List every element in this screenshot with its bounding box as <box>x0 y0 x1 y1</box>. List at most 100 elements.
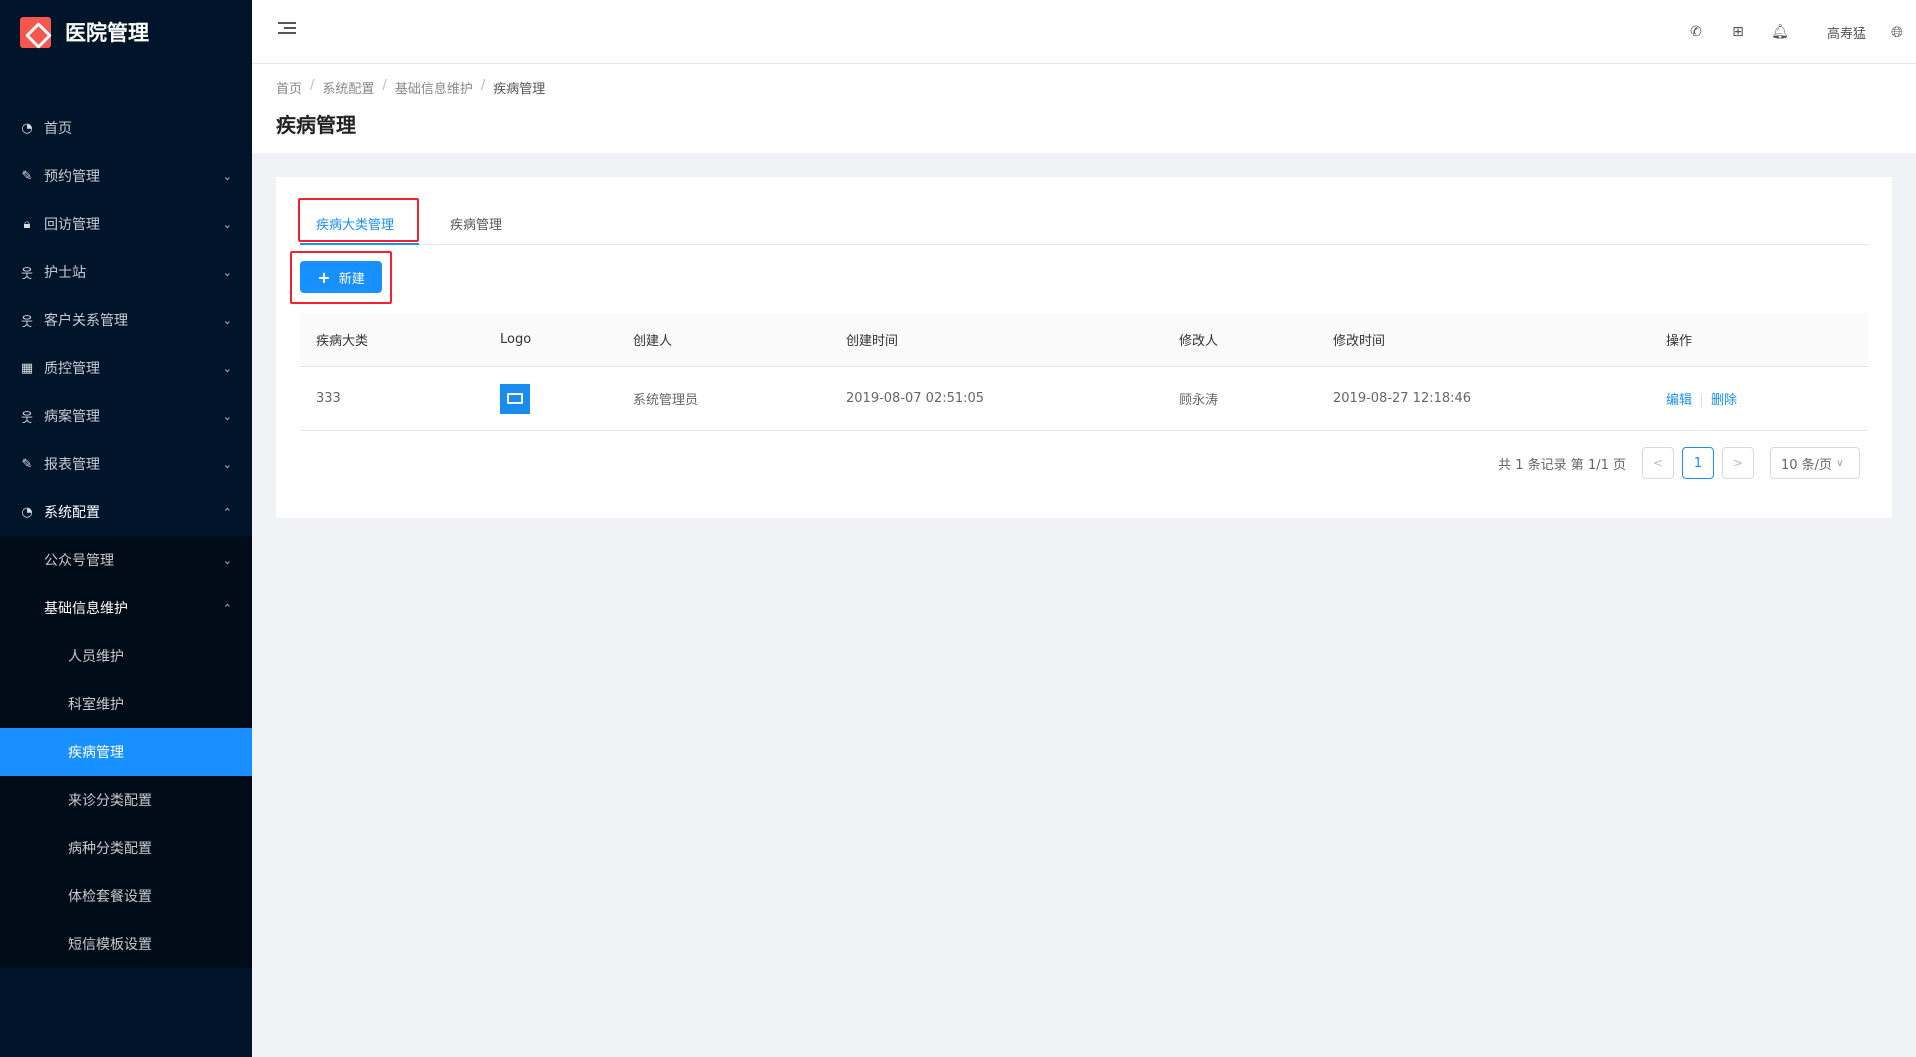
breadcrumb-item[interactable]: 首页 <box>276 78 302 97</box>
bell-icon[interactable]: 🔔︎ <box>1759 24 1801 40</box>
sidebar-item-quality[interactable]: ▦ 质控管理 ⌄ <box>0 344 252 392</box>
sidebar-item-label: 科室维护 <box>68 697 124 713</box>
sidebar-item-label: 人员维护 <box>68 649 124 665</box>
sidebar-item-official-account[interactable]: 公众号管理 ⌄ <box>0 536 252 584</box>
cell-modified-time: 2019-08-27 12:18:46 <box>1333 391 1472 406</box>
sidebar-item-disease[interactable]: 疾病管理 <box>0 728 252 776</box>
top-header: ✆ ⊞ 🔔︎ 高寿猛 🌐︎ <box>252 0 1916 64</box>
sidebar-item-visit-category[interactable]: 来诊分类配置 <box>0 776 252 824</box>
table-icon: ▦ <box>20 360 34 376</box>
sidebar-item-home[interactable]: ◔ 首页 <box>0 104 252 152</box>
sidebar-item-label: 首页 <box>44 121 72 137</box>
cell-logo <box>484 383 617 414</box>
sidebar-item-system-config[interactable]: ◔ 系统配置 ⌃ <box>0 488 252 536</box>
sidebar-item-label: 护士站 <box>44 265 86 281</box>
sidebar-item-basic-info[interactable]: 基础信息维护 ⌃ <box>0 584 252 632</box>
phone-icon[interactable]: ✆ <box>1675 24 1717 40</box>
sidebar-item-label: 系统配置 <box>44 505 100 521</box>
edit-icon: ✎ <box>21 456 33 472</box>
pagination: 共 1 条记录 第 1/1 页 < 1 > 10 条/页 ∨ <box>1498 447 1860 479</box>
disease-category-table: 疾病大类 Logo 创建人 创建时间 修改人 修改时间 操作 333 系统管理员… <box>300 313 1868 431</box>
page-header: 首页 / 系统配置 / 基础信息维护 / 疾病管理 疾病管理 <box>252 64 1916 153</box>
page-button-current[interactable]: 1 <box>1682 447 1714 479</box>
chevron-down-icon: ⌄ <box>222 217 232 231</box>
sidebar-item-nurse-station[interactable]: 웃 护士站 ⌄ <box>0 248 252 296</box>
monitor-icon <box>500 383 530 414</box>
user-icon: 웃 <box>21 266 33 282</box>
sidebar-item-label: 疾病管理 <box>68 745 124 761</box>
sidebar-menu: ◔ 首页 ✎ 预约管理 ⌄ 🔒︎ 回访管理 ⌄ 웃 护士站 ⌄ 웃 客户关系管理… <box>0 104 252 968</box>
sidebar-item-departments[interactable]: 科室维护 <box>0 680 252 728</box>
logo[interactable]: 医院管理 <box>0 0 252 64</box>
sidebar-item-label: 质控管理 <box>44 361 100 377</box>
sidebar-item-label: 病案管理 <box>44 409 100 425</box>
sidebar-item-medical-records[interactable]: 웃 病案管理 ⌄ <box>0 392 252 440</box>
sidebar-item-label: 来诊分类配置 <box>68 793 152 809</box>
breadcrumb-item[interactable]: 基础信息维护 <box>395 78 473 97</box>
header-actions: ✆ ⊞ 🔔︎ 高寿猛 🌐︎ <box>1675 0 1916 64</box>
sidebar-item-label: 体检套餐设置 <box>68 889 152 905</box>
highlight-box-tab <box>298 198 419 242</box>
column-header: 创建人 <box>633 334 673 349</box>
edit-icon: ✎ <box>21 168 33 184</box>
sidebar-item-appointment[interactable]: ✎ 预约管理 ⌄ <box>0 152 252 200</box>
page-size-select[interactable]: 10 条/页 ∨ <box>1770 447 1860 479</box>
breadcrumb-current: 疾病管理 <box>493 82 546 97</box>
sidebar-item-label: 短信模板设置 <box>68 937 152 953</box>
user-name[interactable]: 高寿猛 <box>1827 23 1866 42</box>
sidebar-item-crm[interactable]: 웃 客户关系管理 ⌄ <box>0 296 252 344</box>
chevron-down-icon: ⌄ <box>222 265 232 279</box>
chevron-down-icon: ⌄ <box>222 457 232 471</box>
hospital-logo-icon <box>20 16 51 48</box>
user-icon: 웃 <box>21 314 33 330</box>
cell-modifier: 顾永涛 <box>1179 393 1219 408</box>
column-header: 操作 <box>1666 334 1693 349</box>
breadcrumb-separator: / <box>480 78 486 93</box>
sidebar-item-label: 预约管理 <box>44 169 100 185</box>
pagination-summary: 共 1 条记录 第 1/1 页 <box>1498 457 1626 473</box>
cell-creator: 系统管理员 <box>633 393 699 408</box>
globe-icon[interactable]: 🌐︎ <box>1878 23 1916 41</box>
column-header: 疾病大类 <box>316 334 369 349</box>
user-icon: 웃 <box>21 410 33 426</box>
sidebar-item-staff[interactable]: 人员维护 <box>0 632 252 680</box>
cell-actions: 编辑 删除 <box>1650 389 1868 408</box>
next-page-button[interactable]: > <box>1722 447 1754 479</box>
breadcrumb: 首页 / 系统配置 / 基础信息维护 / 疾病管理 <box>276 78 1892 97</box>
chevron-down-icon: ⌄ <box>222 409 232 423</box>
sidebar-item-reports[interactable]: ✎ 报表管理 ⌄ <box>0 440 252 488</box>
edit-link[interactable]: 编辑 <box>1666 393 1692 408</box>
sidebar-item-label: 基础信息维护 <box>44 601 128 617</box>
tab-active-indicator <box>300 243 419 245</box>
app-title: 医院管理 <box>65 21 149 45</box>
lock-icon: 🔒︎ <box>23 216 31 232</box>
breadcrumb-separator: / <box>310 78 315 93</box>
sidebar-item-sms-template[interactable]: 短信模板设置 <box>0 920 252 968</box>
column-header: Logo <box>500 332 532 347</box>
sidebar-item-disease-category[interactable]: 病种分类配置 <box>0 824 252 872</box>
sidebar-item-label: 客户关系管理 <box>44 313 128 329</box>
sidebar-item-label: 回访管理 <box>44 217 100 233</box>
page-size-value: 10 条/页 <box>1781 457 1833 473</box>
tab-bar: 疾病大类管理 疾病管理 <box>300 209 1868 245</box>
highlight-box-new-button <box>290 251 392 304</box>
submenu-basic-info: 人员维护 科室维护 疾病管理 来诊分类配置 病种分类配置 体检套餐设置 短信模板… <box>0 632 252 968</box>
sidebar-item-followup[interactable]: 🔒︎ 回访管理 ⌄ <box>0 200 252 248</box>
column-header: 修改人 <box>1179 334 1219 349</box>
tab-disease[interactable]: 疾病管理 <box>434 209 518 245</box>
column-header: 创建时间 <box>846 334 899 349</box>
action-divider <box>1701 394 1703 407</box>
delete-link[interactable]: 删除 <box>1711 393 1737 408</box>
chevron-down-icon: ⌄ <box>222 553 232 567</box>
column-header: 修改时间 <box>1333 334 1386 349</box>
chevron-up-icon: ⌃ <box>222 601 232 615</box>
chevron-down-icon: ⌄ <box>222 169 232 183</box>
sidebar-item-checkup-package[interactable]: 体检套餐设置 <box>0 872 252 920</box>
menu-fold-icon[interactable] <box>278 22 296 40</box>
apps-grid-icon[interactable]: ⊞ <box>1717 24 1759 40</box>
breadcrumb-item[interactable]: 系统配置 <box>322 78 374 97</box>
page-title: 疾病管理 <box>276 113 356 137</box>
content-card: 疾病大类管理 疾病管理 + 新建 疾病大类 Logo 创建人 创建时间 修改人 … <box>276 177 1892 518</box>
prev-page-button[interactable]: < <box>1642 447 1674 479</box>
cell-category: 333 <box>316 391 341 406</box>
